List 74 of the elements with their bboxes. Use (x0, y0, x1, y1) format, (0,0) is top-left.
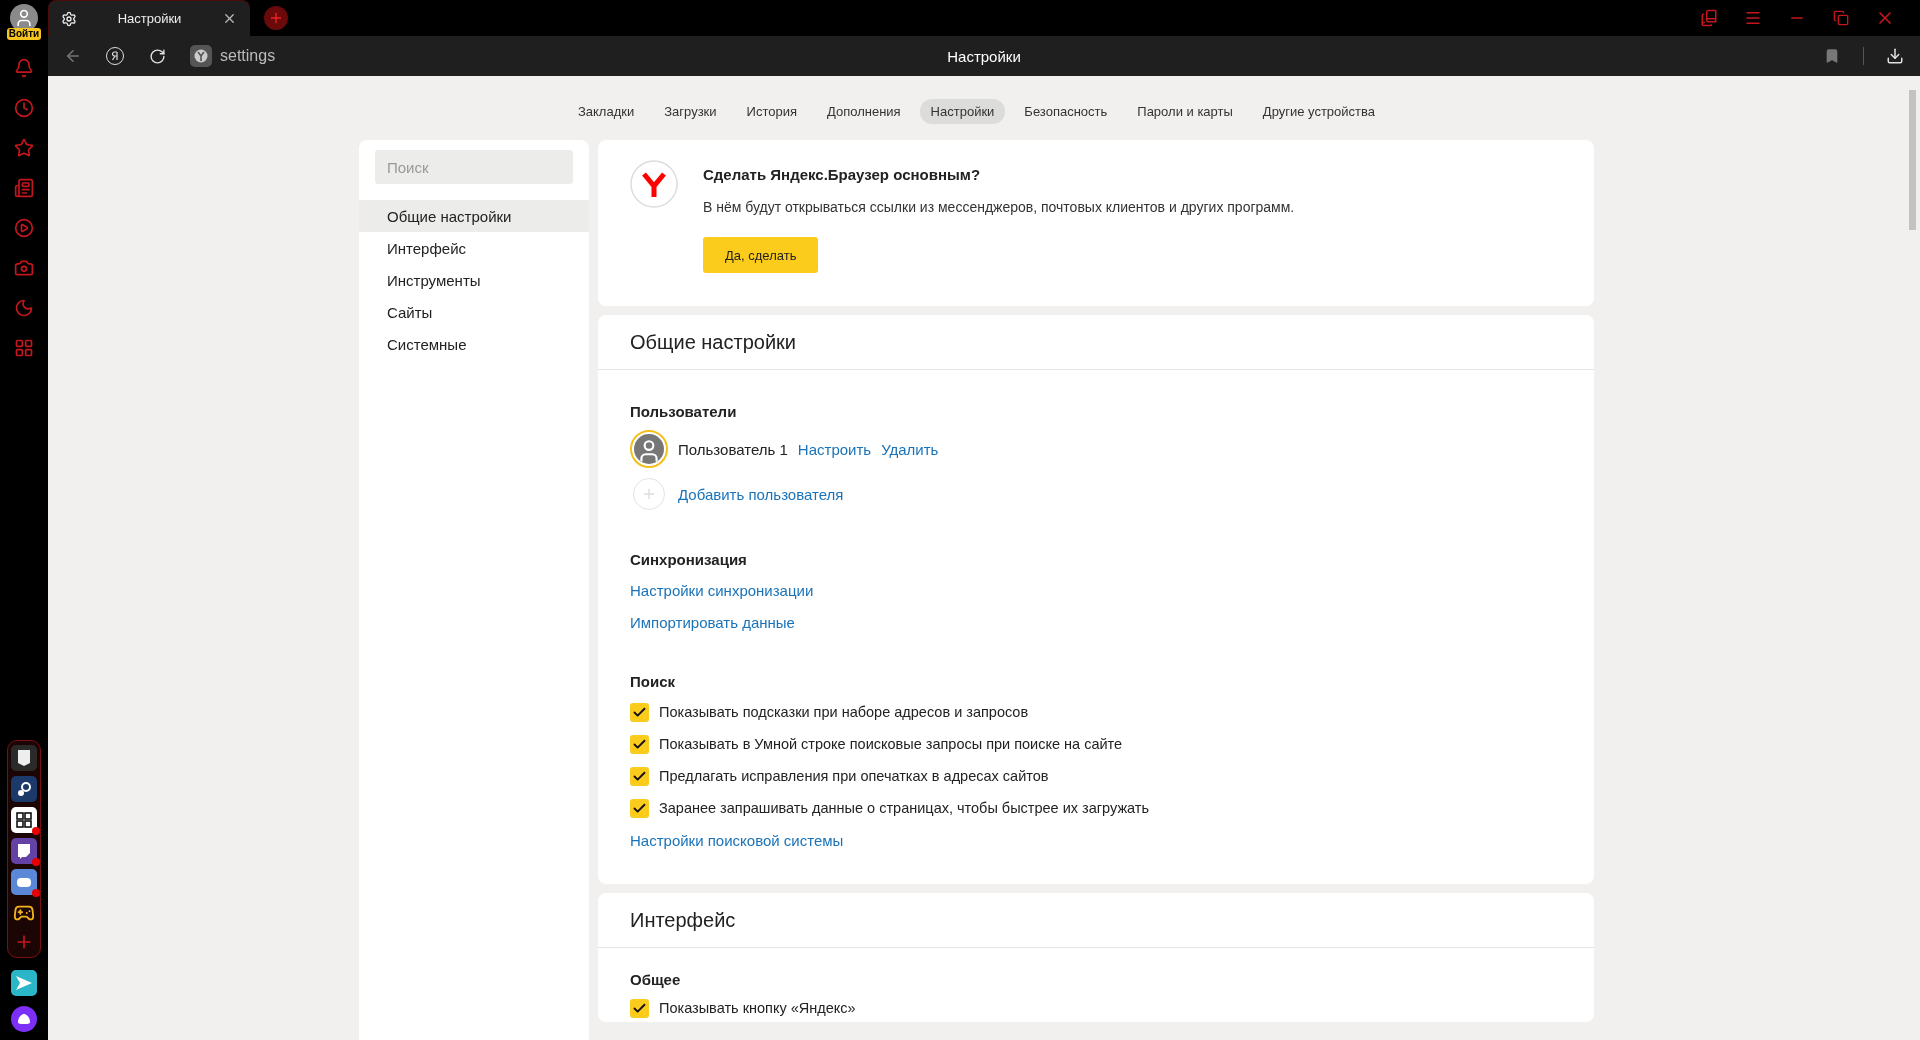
nav-tab[interactable]: Другие устройства (1251, 98, 1387, 124)
group-heading: Синхронизация (630, 549, 748, 570)
checkbox-label: Предлагать исправления при опечатках в адресах сайтов (659, 768, 1049, 784)
sidebar-item[interactable]: Системные (359, 328, 589, 360)
nav-tab[interactable]: Загрузки (653, 98, 728, 124)
chat-bubble-icon (16, 843, 32, 859)
settings-icon (61, 10, 77, 27)
shield-app-button[interactable] (11, 745, 37, 771)
clock-icon[interactable] (14, 98, 34, 118)
tab-title: Настройки (116, 11, 183, 26)
sidebar-item[interactable]: Интерфейс (359, 232, 589, 264)
camera-icon[interactable] (14, 258, 34, 278)
letter-ya-icon (111, 51, 119, 61)
steam-app-button[interactable] (11, 776, 37, 802)
checkbox[interactable] (630, 702, 649, 722)
checkbox-label: Показывать подсказки при наборе адресов и запросов (659, 704, 1029, 720)
play-icon[interactable] (14, 218, 34, 238)
user-name: Пользователь 1 (678, 440, 788, 458)
yandex-logo-icon (630, 160, 678, 208)
search-field[interactable]: Поиск (375, 150, 573, 184)
settings-link[interactable]: Настройки поисковой системы (630, 831, 844, 849)
nav-tab[interactable]: Настройки (919, 98, 1006, 124)
star-icon[interactable] (14, 138, 34, 158)
address-text[interactable]: settings (220, 47, 276, 65)
settings-link[interactable]: Настройки синхронизации (630, 581, 814, 599)
group-heading: Пользователи (630, 401, 738, 422)
checkbox-label: Показывать кнопку «Яндекс» (659, 1000, 856, 1016)
plus-icon (268, 10, 284, 26)
browser-tab[interactable]: Настройки (48, 0, 250, 36)
steam-icon (15, 780, 33, 798)
news-icon[interactable] (14, 178, 34, 198)
group-heading: Общее (630, 969, 682, 990)
scrollbar-thumb[interactable] (1909, 90, 1916, 230)
checkbox-label: Заранее запрашивать данные о страницах, чтобы быстрее их загружать (659, 800, 1150, 816)
controller-icon (16, 876, 32, 888)
checkbox[interactable] (630, 998, 649, 1018)
nav-tab[interactable]: Дополнения (815, 98, 912, 124)
add-user-link[interactable]: Добавить пользователя (678, 485, 844, 503)
page-title: Настройки (947, 47, 1021, 65)
promo-title: Сделать Яндекс.Браузер основным? (703, 166, 982, 183)
checkbox[interactable] (630, 766, 649, 786)
shield-icon (17, 749, 31, 767)
nav-tab[interactable]: Пароли и карты (1126, 98, 1244, 124)
grid-app-button[interactable] (11, 807, 37, 833)
moon-icon[interactable] (14, 298, 34, 318)
nav-tab[interactable]: Безопасность (1013, 98, 1119, 124)
checkbox[interactable] (630, 734, 649, 754)
section-title: Общие настройки (630, 330, 796, 354)
assistant-app-icon[interactable] (11, 1006, 37, 1032)
bell-icon[interactable] (14, 58, 34, 78)
checkbox-label: Показывать в Умной строке поисковые запросы при поиске на сайте (659, 736, 1123, 752)
section-title: Интерфейс (630, 908, 736, 932)
nav-tab[interactable]: История (735, 98, 808, 124)
login-badge[interactable]: Войти (6, 28, 42, 40)
user-action-link[interactable]: Настроить (797, 440, 872, 458)
make-default-button[interactable]: Да, сделать (703, 237, 819, 273)
sidebar-item[interactable]: Общие настройки (359, 200, 589, 232)
user-action-link[interactable]: Удалить (881, 440, 939, 458)
settings-link[interactable]: Импортировать данные (630, 613, 795, 631)
promo-text: В нём будут открываться ссылки из мессенджеров, почтовых клиентов и других программ. (703, 199, 1295, 215)
group-heading: Поиск (630, 671, 676, 692)
send-app-icon[interactable] (11, 970, 37, 996)
sidebar-item[interactable]: Сайты (359, 296, 589, 328)
controller-app-button[interactable] (11, 869, 37, 895)
sidebar-item[interactable]: Инструменты (359, 264, 589, 296)
user-avatar (630, 430, 668, 468)
new-tab-button[interactable] (264, 6, 288, 30)
grid-icon (15, 811, 33, 829)
site-icon (190, 45, 212, 67)
checkbox[interactable] (630, 798, 649, 818)
chat-app-button[interactable] (11, 838, 37, 864)
nav-tab[interactable]: Закладки (566, 98, 646, 124)
close-icon[interactable] (222, 11, 237, 26)
grid-icon[interactable] (14, 338, 34, 358)
